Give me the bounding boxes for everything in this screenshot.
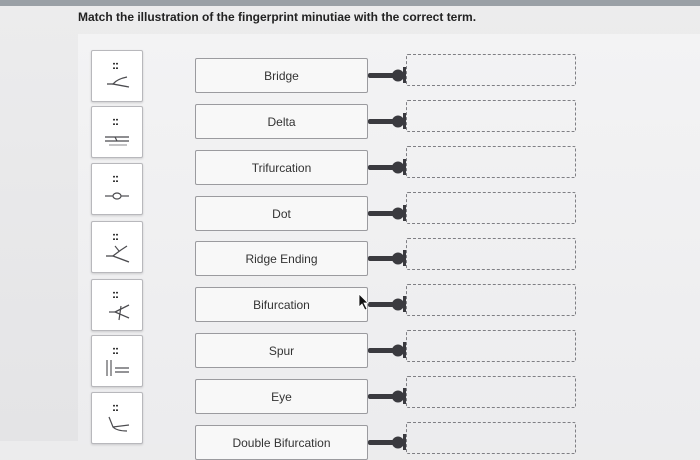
- matching-panel: [78, 34, 700, 444]
- question-instruction: Match the illustration of the fingerprin…: [78, 10, 477, 24]
- term-delta: Delta: [195, 104, 368, 139]
- term-bifurcation: Bifurcation: [195, 287, 368, 322]
- connector-icon: [368, 388, 406, 404]
- connector-icon: [368, 342, 406, 358]
- drag-handle-icon: ::: [112, 229, 119, 243]
- top-bar: [0, 0, 700, 6]
- illustration-tile-6[interactable]: ::: [91, 335, 143, 387]
- connector-icon: [368, 113, 406, 129]
- connector-icon: [368, 250, 406, 266]
- illustration-tile-3[interactable]: ::: [91, 163, 143, 215]
- term-bridge: Bridge: [195, 58, 368, 93]
- term-trifurcation: Trifurcation: [195, 150, 368, 185]
- fork-left-icon: [107, 76, 130, 88]
- illustration-tile-1[interactable]: ::: [91, 50, 143, 102]
- illustration-tile-5[interactable]: ::: [91, 279, 143, 331]
- term-dot: Dot: [195, 196, 368, 231]
- spur-icon: [109, 304, 130, 321]
- branch-icon: [106, 245, 130, 263]
- drop-zone-ridge-ending[interactable]: [406, 238, 576, 270]
- drag-handle-icon: ::: [112, 400, 119, 414]
- connector-icon: [368, 296, 406, 312]
- drag-handle-icon: ::: [112, 114, 119, 128]
- drag-handle-icon: ::: [112, 287, 119, 301]
- drop-zone-delta[interactable]: [406, 100, 576, 132]
- illustration-tile-4[interactable]: ::: [91, 221, 143, 273]
- parallel-lines-icon: [105, 136, 129, 146]
- drag-handle-icon: ::: [112, 58, 119, 72]
- hook-icon: [108, 416, 130, 432]
- drop-zone-trifurcation[interactable]: [406, 146, 576, 178]
- term-ridge-ending: Ridge Ending: [195, 241, 368, 276]
- loop-line-icon: [105, 192, 129, 200]
- term-eye: Eye: [195, 379, 368, 414]
- term-spur: Spur: [195, 333, 368, 368]
- drop-zone-bifurcation[interactable]: [406, 284, 576, 316]
- term-double-bifurcation: Double Bifurcation: [195, 425, 368, 460]
- drop-zone-bridge[interactable]: [406, 54, 576, 86]
- connector-icon: [368, 67, 406, 83]
- drop-zone-eye[interactable]: [406, 376, 576, 408]
- illustration-tile-7[interactable]: ::: [91, 392, 143, 444]
- connector-icon: [368, 159, 406, 175]
- connector-icon: [368, 434, 406, 450]
- drop-zone-spur[interactable]: [406, 330, 576, 362]
- mouse-pointer-icon: [358, 293, 369, 311]
- ridge-lines-icon: [106, 360, 129, 376]
- drag-handle-icon: ::: [112, 343, 119, 357]
- drop-zone-double-bifurcation[interactable]: [406, 422, 576, 454]
- drop-zone-dot[interactable]: [406, 192, 576, 224]
- drag-handle-icon: ::: [112, 171, 119, 185]
- illustration-tile-2[interactable]: ::: [91, 106, 143, 158]
- connector-icon: [368, 205, 406, 221]
